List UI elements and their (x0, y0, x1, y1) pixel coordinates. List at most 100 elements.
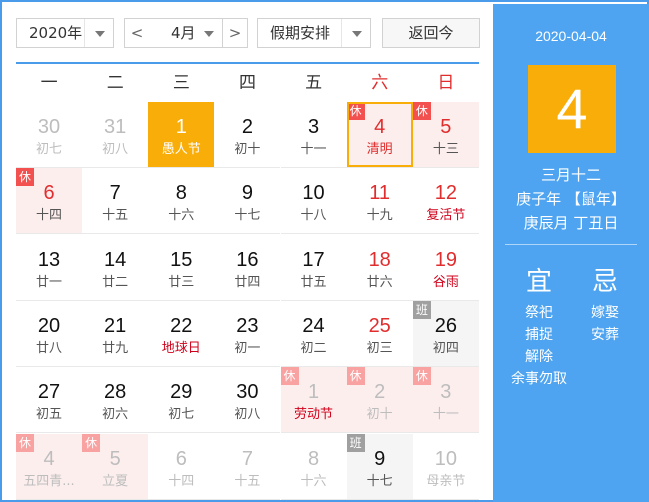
chevron-left-icon: < (130, 24, 144, 42)
date-number: 29 (170, 381, 193, 404)
date-cell[interactable]: 18 廿六 (346, 235, 413, 301)
lunar-label: 初八 (102, 142, 129, 157)
lunar-label: 初一 (234, 340, 261, 356)
date-number: 21 (104, 314, 127, 337)
holiday-select-value: 假期安排 (270, 24, 331, 42)
holiday-select[interactable]: 假期安排 (257, 18, 371, 48)
date-cell[interactable]: 休 5 十三 (412, 102, 479, 168)
date-cell[interactable]: 25 初三 (346, 301, 413, 367)
lunar-label: 初二 (300, 340, 327, 356)
date-grid: 30 初七 31 初八 1 愚人节 2 初十 3 十一休 4 清明休 5 十三休 6 十四 7 十五 8 十六 9 十七 1… (16, 102, 479, 500)
date-cell[interactable]: 2 初十 (214, 102, 281, 168)
rest-day-badge: 休 (346, 367, 365, 386)
date-cell[interactable]: 休 6 十四 (16, 168, 82, 235)
weekday-header: 一 二 三 四 五 六 日 (16, 62, 479, 102)
month-select[interactable]: 4月 (149, 18, 223, 48)
date-cell[interactable]: 8 十六 (280, 434, 347, 500)
date-number: 17 (302, 248, 325, 271)
date-cell[interactable]: 27 初五 (16, 367, 82, 434)
date-number: 16 (236, 248, 259, 271)
back-to-today-button[interactable]: 返回今 (382, 18, 480, 48)
ganzhi-month-day: 庚辰月 丁丑日 (523, 214, 619, 232)
date-number: 13 (37, 248, 61, 271)
lunar-label: 十四 (168, 473, 195, 489)
date-number: 8 (307, 447, 320, 470)
date-cell[interactable]: 休 4 清明 (346, 102, 413, 168)
date-cell[interactable]: 8 十六 (148, 168, 215, 235)
date-cell[interactable]: 12 复活节 (412, 168, 479, 235)
date-cell[interactable]: 7 十五 (82, 168, 149, 235)
date-cell[interactable]: 7 十五 (214, 434, 281, 500)
date-cell[interactable]: 休 1 劳动节 (280, 367, 347, 434)
lunar-label: 十七 (234, 208, 261, 224)
lunar-label: 廿六 (366, 274, 393, 290)
date-cell[interactable]: 10 母亲节 (412, 434, 479, 500)
lunar-label: 十一 (432, 407, 459, 423)
date-cell[interactable]: 休 4 五四青... (16, 433, 82, 500)
date-cell[interactable]: 6 十四 (148, 434, 215, 500)
date-number: 20 (37, 314, 61, 337)
lunar-label: 十八 (300, 208, 327, 224)
lunar-label: 初六 (102, 407, 129, 423)
lunar-label: 初十 (234, 142, 261, 157)
next-month-button[interactable]: > (222, 18, 248, 48)
lunar-date: 三月十二 (540, 166, 601, 184)
rest-day-badge: 休 (16, 168, 34, 187)
weekday-label: 一 (40, 73, 58, 93)
date-number: 1 (175, 116, 187, 138)
lunar-label: 十六 (168, 208, 195, 224)
date-cell[interactable]: 23 初一 (214, 301, 281, 367)
date-cell[interactable]: 13 廿一 (16, 235, 82, 301)
date-cell[interactable]: 1 愚人节 (148, 102, 215, 168)
date-cell[interactable]: 10 十八 (280, 168, 347, 235)
date-number: 31 (104, 116, 127, 138)
date-cell[interactable]: 21 廿九 (82, 301, 149, 367)
work-day-badge: 班 (346, 433, 365, 452)
date-cell[interactable]: 休 2 初十 (346, 367, 413, 434)
chevron-down-icon[interactable] (85, 19, 113, 47)
date-number: 28 (104, 381, 127, 404)
year-select[interactable]: 2020年 (16, 18, 114, 48)
chevron-down-icon[interactable] (342, 19, 370, 47)
lunar-label: 劳动节 (294, 407, 334, 423)
date-number: 10 (302, 182, 325, 205)
date-cell[interactable]: 28 初六 (82, 367, 149, 434)
lunar-label: 廿一 (35, 274, 62, 290)
date-number: 23 (236, 314, 259, 337)
lunar-label: 谷雨 (432, 274, 459, 290)
date-cell[interactable]: 29 初七 (148, 367, 215, 434)
date-cell[interactable]: 9 十七 (214, 168, 281, 235)
ji-item: 安葬 (591, 327, 619, 343)
date-cell[interactable]: 14 廿二 (82, 235, 149, 301)
date-number: 11 (369, 182, 391, 205)
date-cell[interactable]: 19 谷雨 (412, 235, 479, 301)
ji-title: 忌 (591, 267, 618, 297)
date-cell[interactable]: 16 廿四 (214, 235, 281, 301)
date-cell[interactable]: 24 初二 (280, 301, 347, 367)
date-cell[interactable]: 31 初八 (82, 102, 149, 168)
date-cell[interactable]: 班 26 初四 (412, 300, 479, 367)
date-cell[interactable]: 30 初七 (16, 102, 82, 168)
lunar-label: 十五 (102, 208, 129, 224)
date-cell[interactable]: 休 5 立夏 (82, 433, 149, 500)
lunar-label: 廿八 (35, 340, 62, 356)
lunar-label: 初五 (35, 407, 62, 423)
date-cell[interactable]: 3 十一 (280, 102, 347, 168)
weekday-label: 六 (371, 73, 389, 93)
date-cell[interactable]: 30 初八 (214, 367, 281, 434)
lunar-label: 立夏 (102, 473, 129, 489)
date-cell[interactable]: 17 廿五 (280, 235, 347, 301)
lunar-label: 五四青... (23, 473, 75, 489)
prev-month-button[interactable]: < (124, 18, 150, 48)
lunar-label: 初十 (366, 407, 393, 423)
date-cell[interactable]: 15 廿三 (148, 235, 215, 301)
date-cell[interactable]: 班 9 十七 (346, 433, 413, 500)
date-number: 8 (175, 182, 187, 205)
date-cell[interactable]: 11 十九 (346, 168, 413, 235)
lunar-label: 愚人节 (161, 142, 201, 157)
date-cell[interactable]: 20 廿八 (16, 301, 82, 367)
lunar-label: 十五 (234, 473, 261, 489)
date-cell[interactable]: 休 3 十一 (412, 367, 479, 434)
date-cell[interactable]: 22 地球日 (148, 301, 215, 367)
chevron-down-icon[interactable] (194, 19, 222, 47)
